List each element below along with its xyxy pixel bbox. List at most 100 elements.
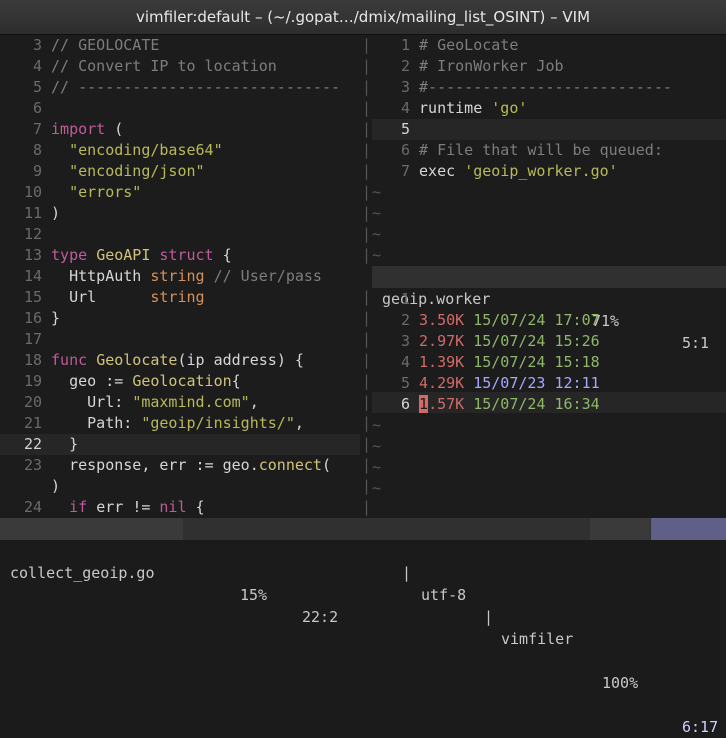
line-number: 12 <box>23 225 42 243</box>
code-text: HttpAuth string // User/pass <box>69 267 322 285</box>
line-number: 2 <box>400 57 410 75</box>
code-line[interactable]: 5 // ----------------------------- <box>0 77 340 98</box>
code-line[interactable]: 18 func Geolocate(ip address) { <box>0 350 304 371</box>
code-line[interactable]: 20 Url: "maxmind.com", <box>0 392 259 413</box>
code-line[interactable]: 13 type GeoAPI struct { <box>0 245 232 266</box>
code-text: Url string <box>69 288 205 306</box>
code-line[interactable]: 19 geo := Geolocation{ <box>0 371 241 392</box>
split-bar: | <box>362 414 372 432</box>
worker-text: exec 'geoip_worker.go' <box>419 162 618 180</box>
line-number: 3 <box>32 36 42 54</box>
right-bottom-position: 6:17 <box>682 718 719 736</box>
line-number: 23 <box>23 456 42 474</box>
line-number: 7 <box>400 162 410 180</box>
split-bar: | <box>362 78 372 96</box>
code-text: import ( <box>51 120 124 138</box>
split-bar: | <box>362 288 372 306</box>
file-size: 1.39K <box>419 353 465 371</box>
code-line[interactable]: 21 Path: "geoip/insights/", <box>0 413 304 434</box>
code-line[interactable]: 22 } <box>0 434 78 455</box>
window-title-bar: vimfiler:default – (~/.gopat…/dmix/maili… <box>0 0 726 35</box>
split-bar: | <box>362 456 372 474</box>
code-line[interactable]: 11 ) <box>0 203 60 224</box>
code-line[interactable]: 8 "encoding/base64" <box>0 140 223 161</box>
code-line[interactable]: ) <box>0 476 60 497</box>
code-text: if err != nil { <box>69 498 205 516</box>
code-text: type GeoAPI struct { <box>51 246 232 264</box>
file-date: 15/07/23 12:11 <box>473 374 600 392</box>
worker-line[interactable]: 6 # File that will be queued: <box>372 140 663 161</box>
line-number: 19 <box>23 372 42 390</box>
line-number: 5 <box>400 120 410 138</box>
right-bottom-percent: 100% <box>602 674 639 692</box>
worker-line[interactable]: 2 # IronWorker Job <box>372 56 564 77</box>
code-line[interactable]: 12 <box>0 224 51 245</box>
worker-text <box>410 120 419 138</box>
code-text: } <box>51 309 61 327</box>
file-list-row[interactable]: 4 1.39K 15/07/24 15:18 <box>372 352 600 373</box>
code-text: } <box>69 435 79 453</box>
code-line[interactable]: 7 import ( <box>0 119 123 140</box>
line-number: 9 <box>32 162 42 180</box>
code-line[interactable]: 23 response, err := geo.connect( <box>0 455 331 476</box>
right-top-buffer-pane[interactable]: 1 # GeoLocate 2 # IronWorker Job 3 #------… <box>372 35 726 266</box>
filetype: vimfiler <box>501 630 574 648</box>
empty-line-tilde: ~ <box>372 183 382 201</box>
empty-line-tilde: ~ <box>372 458 382 476</box>
split-bar: | <box>362 204 372 222</box>
left-buffer-pane[interactable]: 3 // GEOLOCATE 4 // Convert IP to locatio… <box>0 35 360 518</box>
worker-text: #--------------------------- <box>419 78 672 96</box>
window-title: vimfiler:default – (~/.gopat…/dmix/maili… <box>135 8 591 26</box>
split-bar: | <box>362 330 372 348</box>
split-bar: | <box>362 372 372 390</box>
code-text: response, err := geo.connect( <box>69 456 331 474</box>
file-date: 15/07/24 16:34 <box>473 395 600 413</box>
split-bar: | <box>362 225 372 243</box>
code-line[interactable]: 3 // GEOLOCATE <box>0 35 159 56</box>
split-bar: | <box>362 309 372 327</box>
code-line[interactable]: 15 Url string <box>0 287 205 308</box>
empty-line-tilde: ~ <box>372 416 382 434</box>
split-bar: | <box>362 246 372 264</box>
code-text: "encoding/json" <box>69 162 205 180</box>
line-number: 1 <box>400 290 410 308</box>
code-line[interactable]: 4 // Convert IP to location <box>0 56 277 77</box>
code-text: // ----------------------------- <box>51 78 341 96</box>
vertical-split-separator[interactable]: | | | | | | | | | | | | | | | | | | | | | | <box>360 35 372 518</box>
file-size: 3.50K <box>419 311 465 329</box>
line-number: 1 <box>400 36 410 54</box>
file-list-row[interactable]: 1 <box>372 289 419 310</box>
file-list-row[interactable]: 3 2.97K 15/07/24 15:26 <box>372 331 600 352</box>
split-bar: | <box>362 99 372 117</box>
code-line[interactable]: 16 } <box>0 308 60 329</box>
worker-line[interactable]: 7 exec 'geoip_worker.go' <box>372 161 618 182</box>
code-line[interactable]: 17 <box>0 329 51 350</box>
split-bar: | <box>362 393 372 411</box>
code-line[interactable]: 10 "errors" <box>0 182 141 203</box>
code-line[interactable]: 24 if err != nil { <box>0 497 205 518</box>
right-top-statusline: geoip.worker 71% 5:1 <box>372 266 726 352</box>
command-line[interactable] <box>0 541 726 563</box>
split-bar: | <box>362 477 372 495</box>
worker-text: # File that will be queued: <box>419 141 663 159</box>
empty-line-tilde: ~ <box>372 437 382 455</box>
worker-line[interactable]: 5 <box>372 119 419 140</box>
worker-line[interactable]: 3 #--------------------------- <box>372 77 672 98</box>
split-bar: | <box>362 183 372 201</box>
worker-text: runtime 'go' <box>419 99 528 117</box>
worker-text: # GeoLocate <box>419 36 519 54</box>
code-line[interactable]: 6 <box>0 98 51 119</box>
file-list-row[interactable]: 5 4.29K 15/07/23 12:11 <box>372 373 600 394</box>
worker-text: # IronWorker Job <box>419 57 564 75</box>
code-text: ) <box>51 204 61 222</box>
file-size: 1.57K <box>419 395 465 413</box>
file-list-row[interactable]: 6 1.57K 15/07/24 16:34 <box>372 394 600 415</box>
file-list-row[interactable]: 2 3.50K 15/07/24 17:07 <box>372 310 600 331</box>
worker-line[interactable]: 1 # GeoLocate <box>372 35 518 56</box>
left-filename: collect_geoip.go <box>10 564 155 582</box>
code-line[interactable]: 9 "encoding/json" <box>0 161 205 182</box>
code-line[interactable]: 14 HttpAuth string // User/pass <box>0 266 322 287</box>
line-number: 24 <box>23 498 42 516</box>
right-bottom-vimfiler-pane[interactable]: 1 2 3.50K 15/07/24 17:07 3 2.97K 15/07/24… <box>372 289 726 518</box>
worker-line[interactable]: 4 runtime 'go' <box>372 98 527 119</box>
